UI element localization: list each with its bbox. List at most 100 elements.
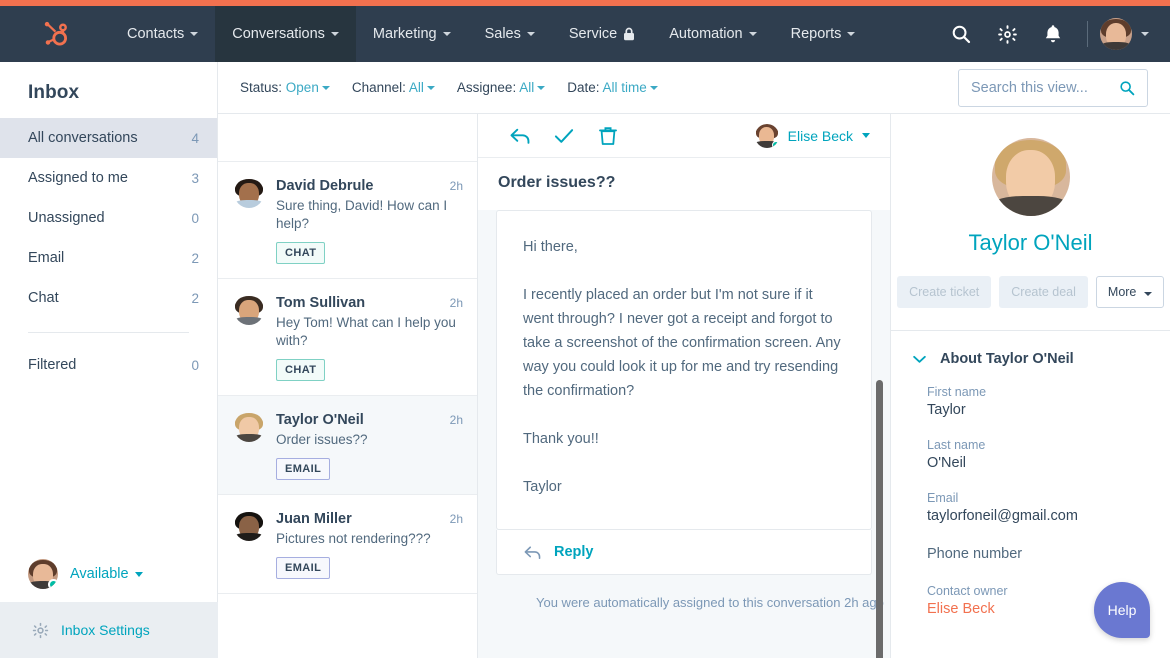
message-scroll-area[interactable]: Hi there, I recently placed an order but… [478, 210, 890, 658]
sidebar-item-unassigned[interactable]: Unassigned 0 [0, 198, 217, 238]
filter-date-label: Date: [567, 80, 599, 95]
chevron-down-icon [1144, 292, 1152, 296]
filter-channel-value: All [409, 80, 424, 95]
conversation-sender-name: Taylor O'Neil [276, 412, 444, 428]
avatar [234, 295, 264, 325]
filter-assignee[interactable]: Assignee: All [457, 80, 545, 95]
field-value[interactable]: Taylor [927, 402, 1170, 418]
thread-subject: Order issues?? [478, 158, 890, 210]
assignment-note-text: You were automatically assigned to this … [536, 595, 884, 610]
assignee-name: Elise Beck [788, 128, 853, 144]
nav-item-automation[interactable]: Automation [652, 6, 773, 62]
sidebar-divider [28, 332, 189, 333]
help-button[interactable]: Help [1094, 582, 1150, 638]
search-icon [1119, 80, 1135, 96]
field-label: Email [927, 491, 1170, 505]
conversation-list[interactable]: David Debrule 2h Sure thing, David! How … [218, 114, 478, 658]
filter-assignee-value: All [519, 80, 534, 95]
filter-assignee-label: Assignee: [457, 80, 516, 95]
filter-status-label: Status: [240, 80, 282, 95]
account-menu-toggle[interactable] [1134, 6, 1156, 62]
app-body: Inbox All conversations 4 Assigned to me… [0, 62, 1170, 658]
thread-scrollbar[interactable] [876, 380, 883, 658]
sidebar-item-label: Filtered [28, 357, 191, 373]
conversation-sender-name: Juan Miller [276, 511, 444, 527]
conversation-list-item[interactable]: Juan Miller 2h Pictures not rendering???… [218, 495, 477, 594]
conversation-header: Juan Miller 2h [276, 511, 463, 527]
avatar-face [1100, 18, 1132, 50]
nav-divider [1087, 21, 1088, 47]
message-paragraph: Thank you!! [523, 427, 845, 451]
notifications-button[interactable] [1031, 6, 1075, 62]
global-search-button[interactable] [939, 6, 983, 62]
message-paragraph: I recently placed an order but I'm not s… [523, 283, 845, 403]
nav-item-marketing[interactable]: Marketing [356, 6, 468, 62]
contact-details-panel: Taylor O'Neil Create ticket Create deal … [890, 114, 1170, 658]
trash-icon [599, 126, 617, 146]
hubspot-logo-link[interactable] [0, 6, 110, 62]
sidebar-item-all-conversations[interactable]: All conversations 4 [0, 118, 217, 158]
filter-channel-label: Channel: [352, 80, 406, 95]
inbox-settings-link[interactable]: Inbox Settings [0, 602, 218, 658]
filter-channel[interactable]: Channel: All [352, 80, 435, 95]
conversation-list-item[interactable]: Tom Sullivan 2h Hey Tom! What can I help… [218, 279, 477, 396]
sidebar-item-chat[interactable]: Chat 2 [0, 278, 217, 318]
reply-label: Reply [554, 544, 594, 560]
filter-date[interactable]: Date: All time [567, 80, 658, 95]
avatar-face [234, 412, 264, 442]
channel-badge: CHAT [276, 359, 325, 381]
chevron-down-icon [190, 32, 198, 36]
current-user-avatar [28, 559, 58, 589]
sidebar-item-assigned-to-me[interactable]: Assigned to me 3 [0, 158, 217, 198]
chevron-down-icon [527, 32, 535, 36]
sidebar-item-email[interactable]: Email 2 [0, 238, 217, 278]
avatar-face [234, 511, 264, 541]
nav-item-conversations[interactable]: Conversations [215, 6, 356, 62]
conversation-timestamp: 2h [450, 296, 463, 310]
more-actions-button[interactable]: More [1096, 276, 1164, 308]
contact-header: Taylor O'Neil [891, 114, 1170, 256]
reply-composer-trigger[interactable]: Reply [496, 530, 872, 575]
nav-item-marketing-label: Marketing [373, 26, 437, 42]
availability-status[interactable]: Available [0, 546, 218, 602]
settings-button[interactable] [985, 6, 1029, 62]
conversation-list-item-selected[interactable]: Taylor O'Neil 2h Order issues?? EMAIL [218, 396, 477, 495]
nav-item-reports[interactable]: Reports [774, 6, 873, 62]
about-section-header[interactable]: About Taylor O'Neil [891, 331, 1170, 367]
sidebar-item-filtered[interactable]: Filtered 0 [0, 345, 217, 385]
contact-fields: First name Taylor Last name O'Neil Email… [891, 367, 1170, 617]
create-deal-button[interactable]: Create deal [999, 276, 1088, 308]
nav-right-actions [939, 6, 1170, 62]
sidebar-item-label: Assigned to me [28, 170, 191, 186]
nav-item-reports-label: Reports [791, 26, 842, 42]
thread-toolbar: Elise Beck [478, 114, 890, 158]
field-value[interactable]: taylorfoneil@gmail.com [927, 508, 1170, 524]
chevron-down-icon [862, 133, 870, 138]
inbox-settings-label: Inbox Settings [61, 622, 150, 638]
search-placeholder: Search this view... [971, 80, 1119, 96]
sidebar-item-count: 0 [191, 358, 199, 373]
availability-dropdown[interactable]: Available [70, 566, 143, 582]
reply-icon [509, 127, 531, 145]
reply-button[interactable] [498, 114, 542, 158]
sidebar-item-count: 2 [191, 251, 199, 266]
conversation-list-item[interactable]: David Debrule 2h Sure thing, David! How … [218, 162, 477, 279]
chevron-down-icon [847, 32, 855, 36]
assignee-selector[interactable]: Elise Beck [755, 124, 870, 148]
field-value[interactable]: O'Neil [927, 455, 1170, 471]
search-icon [951, 24, 971, 44]
inbox-sidebar: Inbox All conversations 4 Assigned to me… [0, 62, 218, 658]
more-actions-label: More [1108, 285, 1136, 299]
conversation-timestamp: 2h [450, 413, 463, 427]
search-input[interactable]: Search this view... [958, 69, 1148, 107]
nav-item-contacts[interactable]: Contacts [110, 6, 215, 62]
filter-status[interactable]: Status: Open [240, 80, 330, 95]
nav-item-service[interactable]: Service [552, 6, 652, 62]
check-icon [553, 127, 575, 145]
mark-closed-button[interactable] [542, 114, 586, 158]
account-avatar[interactable] [1100, 18, 1132, 50]
delete-button[interactable] [586, 114, 630, 158]
create-ticket-button[interactable]: Create ticket [897, 276, 991, 308]
nav-item-sales[interactable]: Sales [468, 6, 552, 62]
chevron-down-icon [537, 86, 545, 90]
